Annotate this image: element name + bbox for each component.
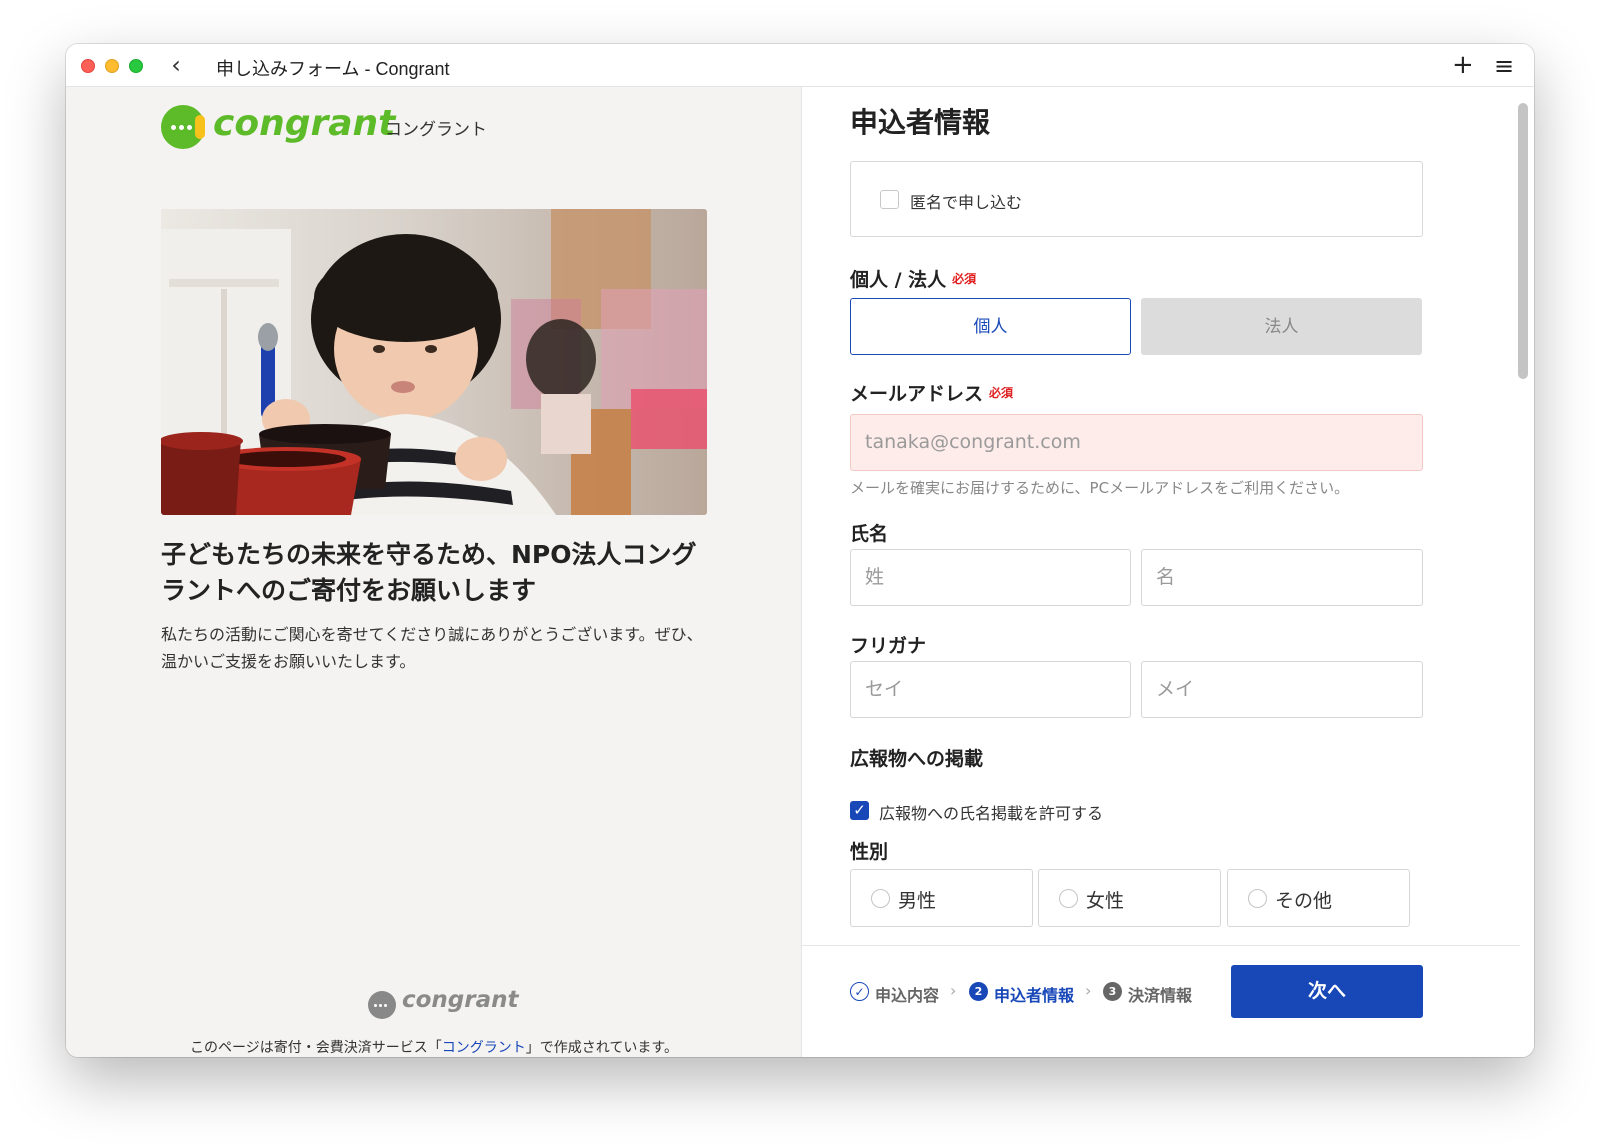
required-badge: 必須: [952, 272, 977, 286]
radio-icon[interactable]: [871, 889, 890, 908]
chevron-left-icon[interactable]: ‹: [164, 52, 188, 78]
publicity-checkbox-label: 広報物への氏名掲載を許可する: [879, 804, 1104, 823]
anonymous-label: 匿名で申し込む: [910, 193, 1023, 212]
plus-icon[interactable]: +: [1452, 50, 1474, 80]
form-title: 申込者情報: [850, 106, 991, 139]
hamburger-menu-icon[interactable]: ≡: [1494, 52, 1514, 80]
email-field[interactable]: tanaka@congrant.com: [850, 414, 1423, 471]
congrant-link[interactable]: コングラント: [442, 1040, 526, 1056]
step-3-label: 決済情報: [1128, 986, 1193, 1005]
step-1-label: 申込内容: [875, 986, 940, 1005]
gender-option-label: 女性: [1086, 890, 1125, 912]
email-hint: メールを確実にお届けするために、PCメールアドレスをご利用ください。: [850, 479, 1350, 497]
step-2-label: 申込者情報: [994, 986, 1075, 1005]
required-badge: 必須: [989, 386, 1014, 400]
zoom-window-button[interactable]: [129, 59, 143, 73]
kana-label: フリガナ: [850, 635, 927, 657]
radio-icon[interactable]: [1248, 889, 1267, 908]
gender-option-female[interactable]: 女性: [1038, 869, 1221, 927]
publicity-checkbox[interactable]: ✓: [850, 801, 869, 820]
browser-window: ‹ 申し込みフォーム - Congrant + ≡ congrant コングラン…: [66, 44, 1534, 1057]
logo-kana: コングラント: [385, 120, 487, 140]
gender-option-male[interactable]: 男性: [850, 869, 1033, 927]
chevron-right-icon: ›: [950, 981, 957, 1000]
anonymous-option[interactable]: 匿名で申し込む: [850, 161, 1423, 237]
logo-mark-icon: [161, 105, 205, 149]
campaign-description: 私たちの活動にご関心を寄せてくださり誠にありがとうございます。ぜひ、温かいご支援…: [161, 625, 703, 671]
logo-wordmark: congrant: [213, 103, 396, 144]
close-window-button[interactable]: [81, 59, 95, 73]
first-name-field[interactable]: 名: [1141, 549, 1423, 606]
step-3-number-icon: 3: [1103, 982, 1122, 1001]
last-kana-field[interactable]: セイ: [850, 661, 1131, 718]
footer-note-suffix: 」で作成されています。: [525, 1040, 678, 1056]
title-bar: ‹ 申し込みフォーム - Congrant + ≡: [66, 44, 1534, 87]
campaign-panel: congrant コングラント 子どもたちの未来を守るため、NPO法人コングラン…: [66, 87, 802, 1057]
email-label: メールアドレス 必須: [850, 379, 1013, 406]
gender-option-label: その他: [1275, 890, 1333, 912]
entity-type-label-text: 個人 / 法人: [850, 269, 947, 291]
radio-icon[interactable]: [1059, 889, 1078, 908]
publicity-label: 広報物への掲載: [850, 748, 984, 770]
footer-logo-mark-icon: [368, 991, 396, 1019]
anonymous-checkbox[interactable]: [880, 190, 899, 209]
chevron-right-icon: ›: [1085, 981, 1092, 1000]
scrollbar[interactable]: [1518, 103, 1528, 379]
campaign-headline: 子どもたちの未来を守るため、NPO法人コングラントへのご寄付をお願いします: [161, 540, 697, 605]
form-footer-bar: ✓ 申込内容 › 2 申込者情報 › 3 決済情報 次へ: [802, 945, 1520, 1057]
footer-note-prefix: このページは寄付・会費決済サービス「: [190, 1040, 442, 1056]
gender-option-other[interactable]: その他: [1227, 869, 1410, 927]
entity-individual-button[interactable]: 個人: [850, 298, 1131, 355]
gender-label: 性別: [850, 841, 889, 863]
footer-note: このページは寄付・会費決済サービス「コングラント」で作成されています。: [66, 1037, 802, 1057]
name-label: 氏名: [850, 523, 889, 545]
next-button[interactable]: 次へ: [1231, 965, 1423, 1018]
hero-photo: [161, 209, 707, 515]
entity-type-label: 個人 / 法人 必須: [850, 265, 976, 292]
email-label-text: メールアドレス: [850, 383, 984, 405]
footer-logo-wordmark: congrant: [402, 987, 519, 1013]
step-2-number-icon: 2: [969, 982, 988, 1001]
applicant-form-panel: 申込者情報 匿名で申し込む 個人 / 法人 必須 個人 法人 メールアドレス 必須 …: [802, 87, 1534, 1057]
entity-corporation-button[interactable]: 法人: [1141, 298, 1422, 355]
footer-logo[interactable]: congrant: [368, 987, 519, 1023]
minimize-window-button[interactable]: [105, 59, 119, 73]
gender-option-label: 男性: [898, 890, 937, 912]
first-kana-field[interactable]: メイ: [1141, 661, 1423, 718]
window-title: 申し込みフォーム - Congrant: [216, 59, 450, 79]
check-circle-icon: ✓: [850, 982, 869, 1001]
last-name-field[interactable]: 姓: [850, 549, 1131, 606]
